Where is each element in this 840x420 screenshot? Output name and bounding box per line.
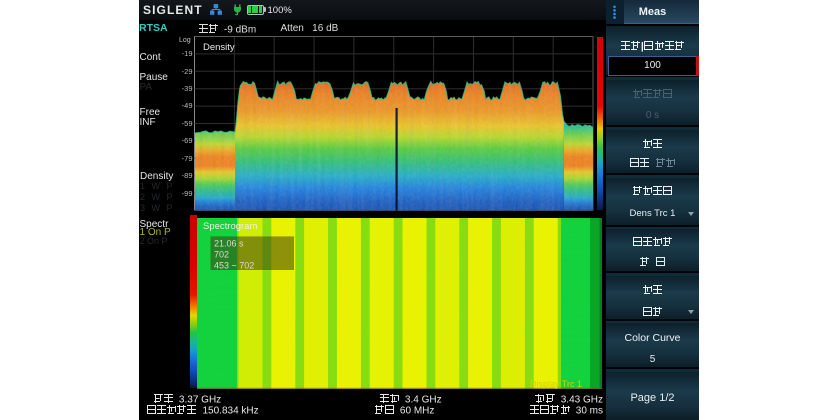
svg-text:Display Trc 1: Display Trc 1	[530, 379, 582, 389]
svg-text:702: 702	[214, 250, 229, 260]
svg-text:Spectrogram: Spectrogram	[203, 221, 257, 232]
svg-text:21.06 s: 21.06 s	[214, 239, 244, 249]
svg-text:453 ~ 702: 453 ~ 702	[214, 261, 254, 271]
